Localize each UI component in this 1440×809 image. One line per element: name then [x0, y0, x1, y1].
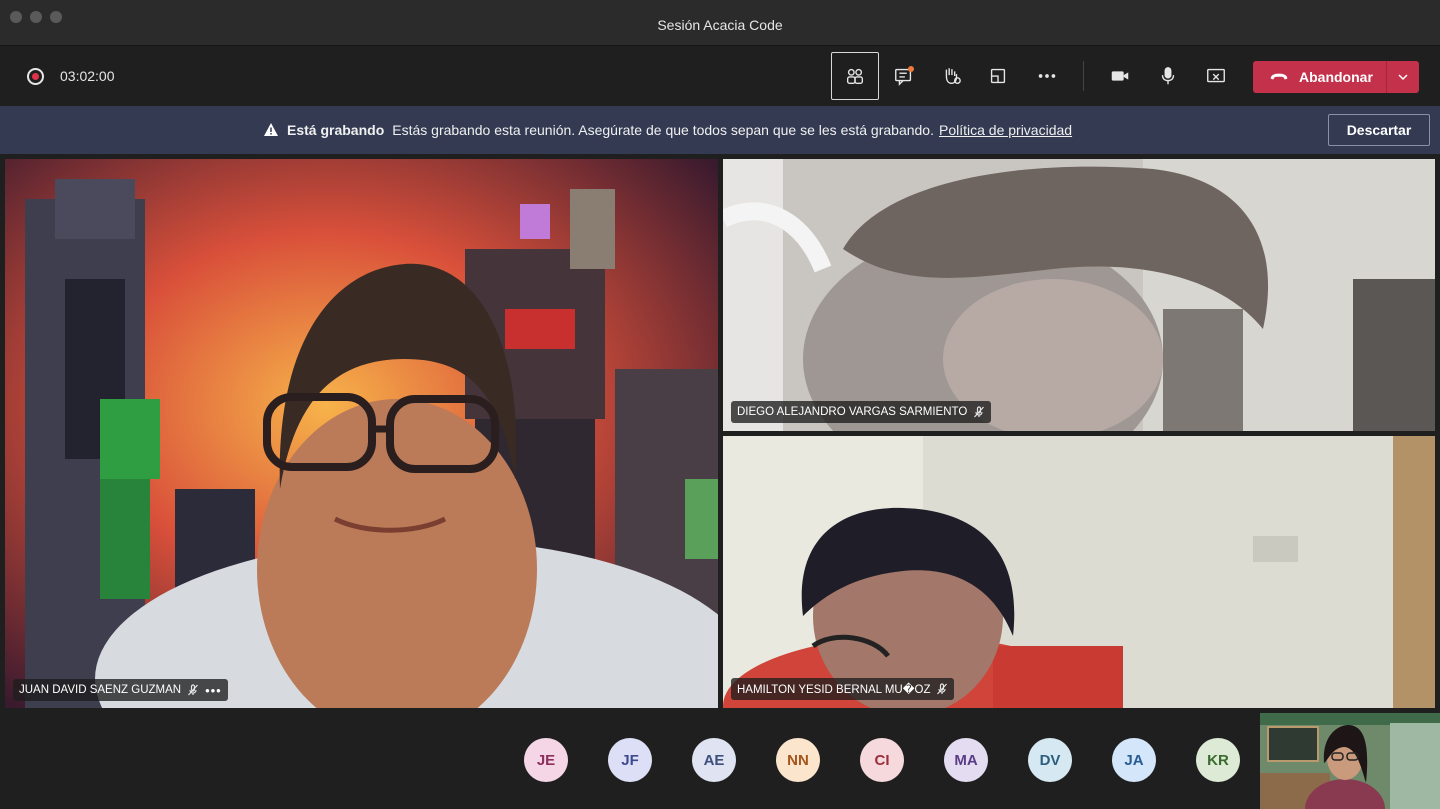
- participant-avatar[interactable]: JF: [608, 738, 652, 782]
- more-options-icon[interactable]: •••: [205, 683, 222, 698]
- banner-message-row: Está grabando Estás grabando esta reunió…: [263, 122, 1072, 138]
- mic-icon: [1161, 67, 1175, 85]
- participant-avatar[interactable]: KR: [1196, 738, 1240, 782]
- dismiss-button[interactable]: Descartar: [1328, 114, 1430, 146]
- recording-banner: Está grabando Estás grabando esta reunió…: [0, 106, 1440, 154]
- mic-muted-icon: [188, 684, 199, 696]
- meeting-toolbar: 03:02:00 Abandonar: [0, 46, 1440, 106]
- more-icon: [1038, 74, 1056, 78]
- video-tile-diego[interactable]: DIEGO ALEJANDRO VARGAS SARMIENTO: [723, 159, 1435, 431]
- participant-avatar[interactable]: JA: [1112, 738, 1156, 782]
- video-feed-juan: [5, 159, 718, 708]
- participant-name: JUAN DAVID SAENZ GUZMAN: [19, 684, 182, 696]
- leave-main-button[interactable]: Abandonar: [1253, 61, 1386, 93]
- camera-icon: [1111, 71, 1129, 81]
- participant-name-tag: DIEGO ALEJANDRO VARGAS SARMIENTO: [731, 401, 992, 423]
- participants-button[interactable]: [831, 52, 879, 100]
- title-bar: Sesión Acacia Code: [0, 0, 1440, 46]
- share-tray-icon: [990, 68, 1006, 84]
- self-view-video[interactable]: [1260, 713, 1440, 809]
- leave-button-label: Abandonar: [1299, 69, 1373, 85]
- camera-button[interactable]: [1096, 52, 1144, 100]
- hang-up-icon: [1270, 73, 1288, 80]
- meeting-timer: 03:02:00: [60, 68, 115, 84]
- more-actions-button[interactable]: [1023, 52, 1071, 100]
- banner-message: Estás grabando esta reunión. Asegúrate d…: [392, 122, 934, 138]
- banner-title: Está grabando: [287, 122, 385, 138]
- participant-avatar[interactable]: CI: [860, 738, 904, 782]
- leave-button[interactable]: Abandonar: [1253, 61, 1419, 93]
- chevron-down-icon: [1398, 74, 1408, 81]
- chat-notification-dot: [908, 66, 914, 72]
- video-tile-hamilton[interactable]: HAMILTON YESID BERNAL MU�OZ: [723, 436, 1435, 708]
- stop-sharing-button[interactable]: [1192, 52, 1240, 100]
- participant-name-tag: HAMILTON YESID BERNAL MU�OZ: [731, 678, 955, 700]
- leave-options-button[interactable]: [1386, 61, 1419, 93]
- window-title: Sesión Acacia Code: [657, 17, 783, 33]
- participant-name: DIEGO ALEJANDRO VARGAS SARMIENTO: [737, 406, 968, 418]
- chat-button[interactable]: [880, 52, 928, 100]
- participant-avatar[interactable]: MA: [944, 738, 988, 782]
- share-tray-button[interactable]: [974, 52, 1022, 100]
- participant-avatar[interactable]: JE: [524, 738, 568, 782]
- stop-share-icon: [1207, 68, 1225, 83]
- video-feed-hamilton: [723, 436, 1435, 708]
- participant-avatar[interactable]: NN: [776, 738, 820, 782]
- participant-name-tag: JUAN DAVID SAENZ GUZMAN •••: [13, 679, 228, 701]
- mic-muted-icon: [937, 683, 948, 695]
- video-feed-diego: [723, 159, 1435, 431]
- participant-avatar[interactable]: DV: [1028, 738, 1072, 782]
- recording-indicator-icon: [27, 68, 44, 85]
- privacy-policy-link[interactable]: Política de privacidad: [939, 122, 1072, 138]
- self-view-feed: [1260, 713, 1440, 809]
- microphone-button[interactable]: [1144, 52, 1192, 100]
- participant-name: HAMILTON YESID BERNAL MU�OZ: [737, 684, 931, 696]
- raise-hand-button[interactable]: [927, 52, 975, 100]
- toolbar-divider: [1083, 61, 1084, 91]
- participants-icon: [846, 68, 864, 85]
- participant-avatar[interactable]: AE: [692, 738, 736, 782]
- mic-muted-icon: [974, 406, 985, 418]
- warning-icon: [264, 123, 278, 136]
- raise-hand-icon: [945, 68, 961, 85]
- video-tile-juan[interactable]: JUAN DAVID SAENZ GUZMAN •••: [5, 159, 718, 708]
